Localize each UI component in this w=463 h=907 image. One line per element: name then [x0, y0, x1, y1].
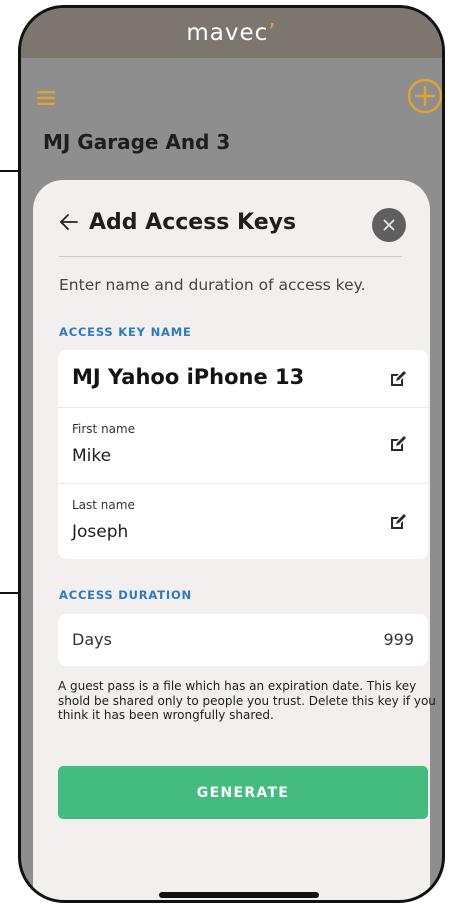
edit-square-icon[interactable] [390, 514, 406, 534]
plus-circle-icon[interactable] [407, 78, 442, 118]
phone-frame: mavec’ MJ Garage And 3 Add Access Keys E… [18, 5, 445, 903]
intro-text: Enter name and duration of access key. [59, 276, 366, 294]
first-name-value: Mike [72, 446, 112, 466]
duration-unit: Days [72, 630, 112, 649]
edit-square-icon[interactable] [390, 371, 406, 391]
edit-square-icon[interactable] [390, 436, 406, 456]
top-bar: mavec’ [21, 8, 442, 58]
access-duration-label: ACCESS DURATION [59, 588, 192, 602]
last-name-label: Last name [72, 498, 135, 512]
sheet-title: Add Access Keys [89, 210, 297, 235]
last-name-row[interactable]: Last name Joseph [58, 484, 428, 559]
home-indicator [159, 892, 319, 898]
sheet-header: Add Access Keys [59, 206, 406, 246]
key-name-value: MJ Yahoo iPhone 13 [72, 365, 305, 389]
last-name-value: Joseph [72, 522, 129, 542]
home-title: MJ Garage And 3 [43, 130, 231, 154]
first-name-label: First name [72, 422, 136, 436]
arrow-left-icon[interactable] [59, 212, 79, 237]
key-name-row[interactable]: MJ Yahoo iPhone 13 [58, 350, 428, 408]
guest-pass-note: A guest pass is a file which has an expi… [58, 679, 436, 722]
app-logo: mavec’ [186, 20, 277, 46]
close-button[interactable] [372, 208, 406, 242]
add-access-keys-sheet: Add Access Keys Enter name and duration … [33, 180, 436, 900]
access-key-name-label: ACCESS KEY NAME [59, 325, 192, 339]
access-duration-field[interactable]: Days 999 [58, 614, 428, 666]
first-name-row[interactable]: First name Mike [58, 408, 428, 484]
generate-button[interactable]: GENERATE [58, 766, 428, 819]
home-header: MJ Garage And 3 [21, 58, 442, 188]
header-divider [59, 256, 402, 257]
access-key-name-card: MJ Yahoo iPhone 13 First name Mike Last … [58, 350, 428, 559]
duration-value[interactable]: 999 [383, 630, 414, 649]
close-icon [383, 219, 395, 231]
hamburger-menu-icon[interactable] [37, 90, 59, 110]
